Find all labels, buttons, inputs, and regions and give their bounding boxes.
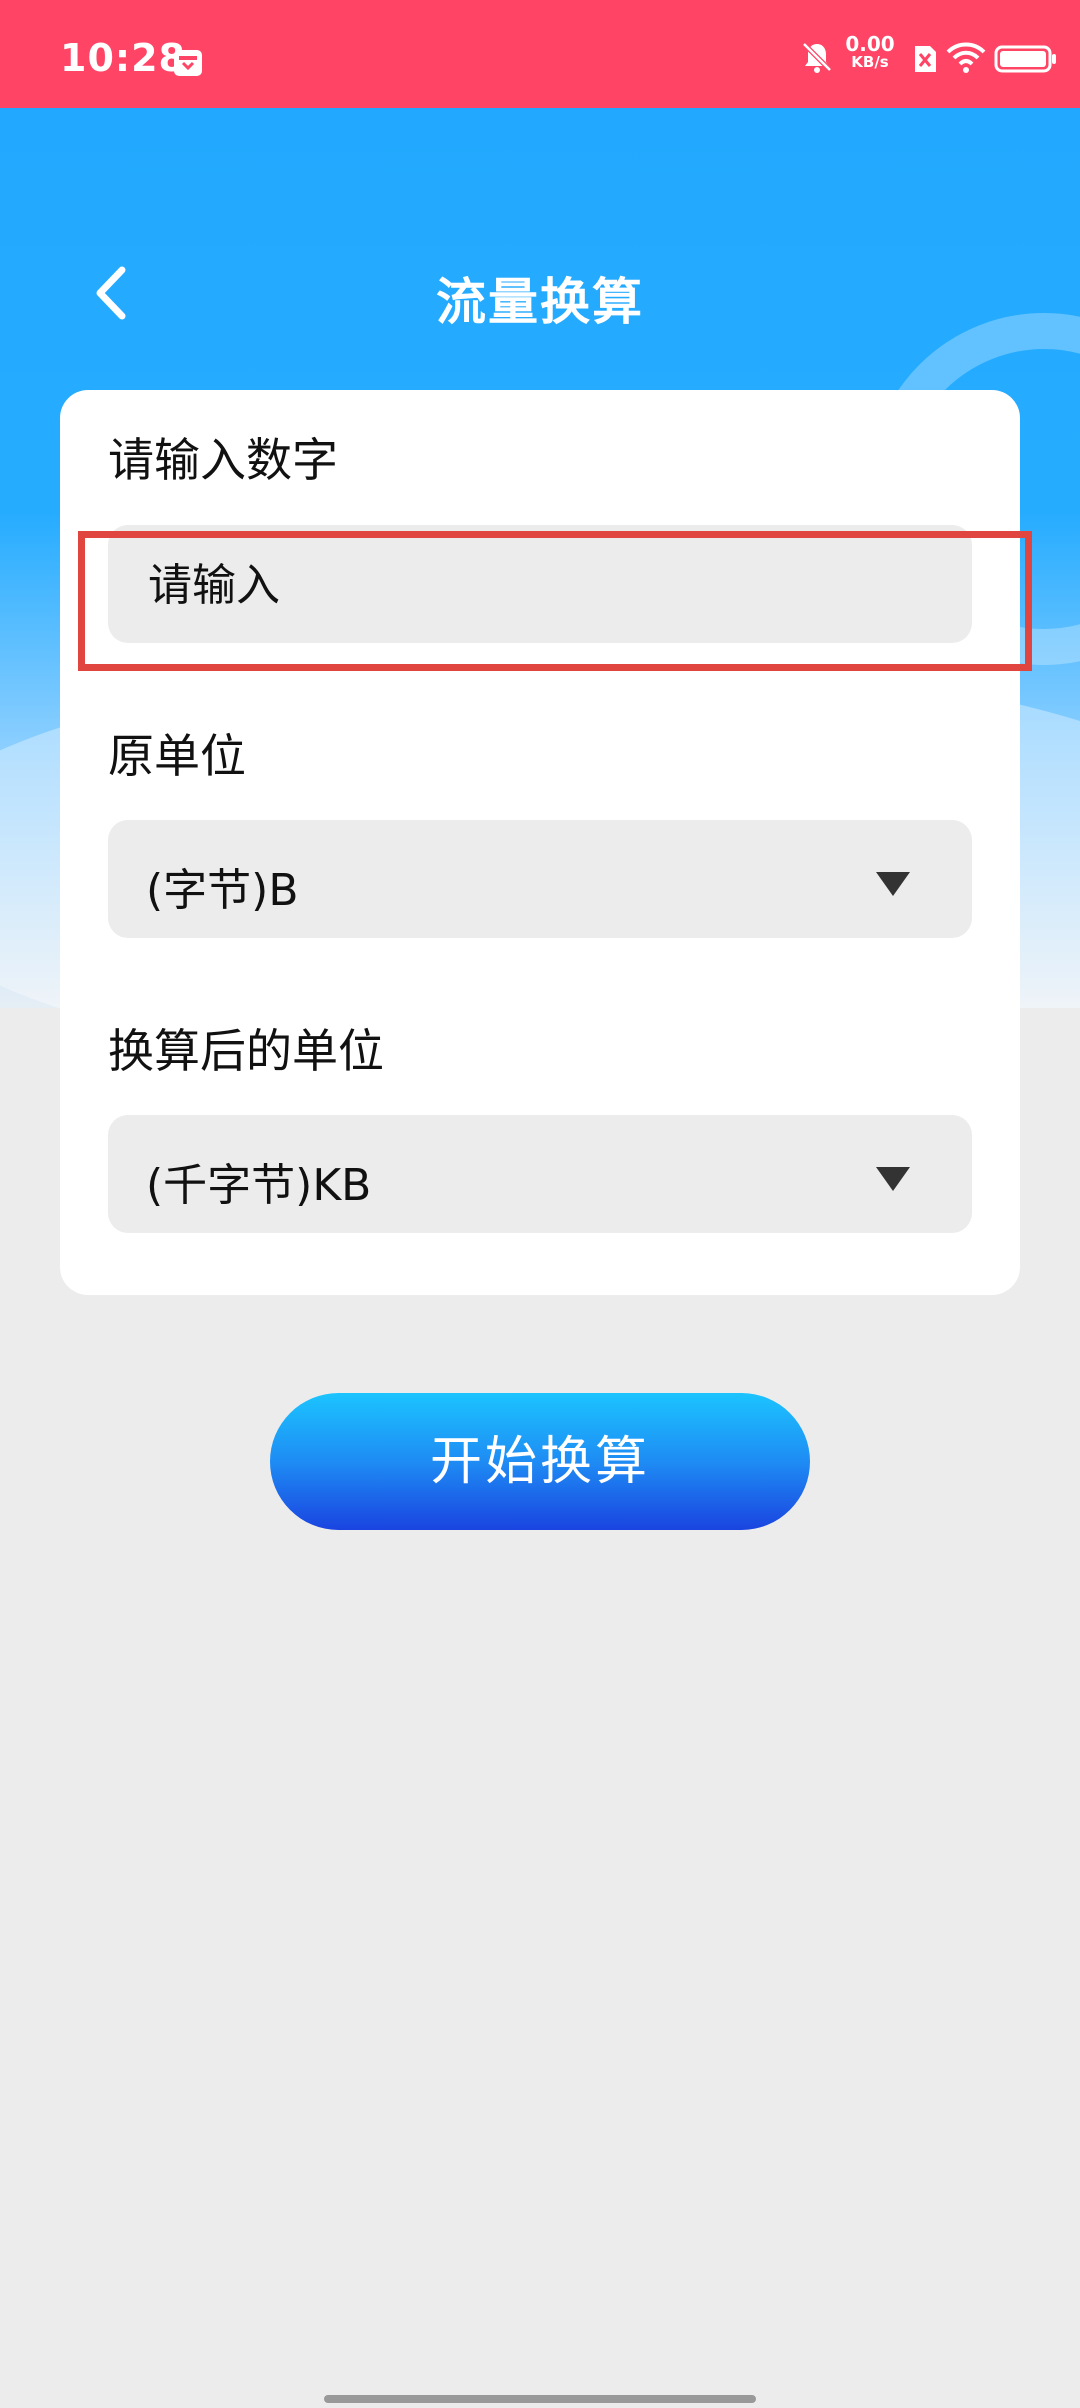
dropdown-arrow-icon [876,1167,910,1191]
battery-icon [994,45,1056,73]
sim-off-icon [915,46,936,72]
target-unit-value: (千字节)KB [146,1160,372,1211]
number-input-wrapper [108,525,972,645]
target-unit-dropdown[interactable]: (千字节)KB [108,1115,972,1233]
dropdown-arrow-icon [876,872,910,896]
number-label: 请输入数字 [108,433,338,487]
bell-mute-icon [802,42,832,73]
convert-button[interactable]: 开始换算 [270,1393,810,1530]
wifi-icon [946,42,986,73]
conversion-form-card: 请输入数字 原单位 (字节)B 换算后的单位 (千字节)KB [60,390,1020,1295]
number-input[interactable] [146,525,930,645]
calendar-icon [174,50,202,76]
home-indicator[interactable] [324,2395,756,2403]
target-unit-label: 换算后的单位 [108,1024,384,1078]
network-speed-unit: KB/s [851,53,889,71]
network-speed: 0.00 KB/s [840,34,900,70]
source-unit-label: 原单位 [108,729,246,783]
status-bar: 10:28 0.00 KB/s [0,0,1080,108]
page-title: 流量换算 [436,273,644,331]
source-unit-dropdown[interactable]: (字节)B [108,820,972,938]
network-speed-value: 0.00 [845,32,895,56]
status-time: 10:28 [60,36,186,80]
source-unit-value: (字节)B [146,865,299,916]
